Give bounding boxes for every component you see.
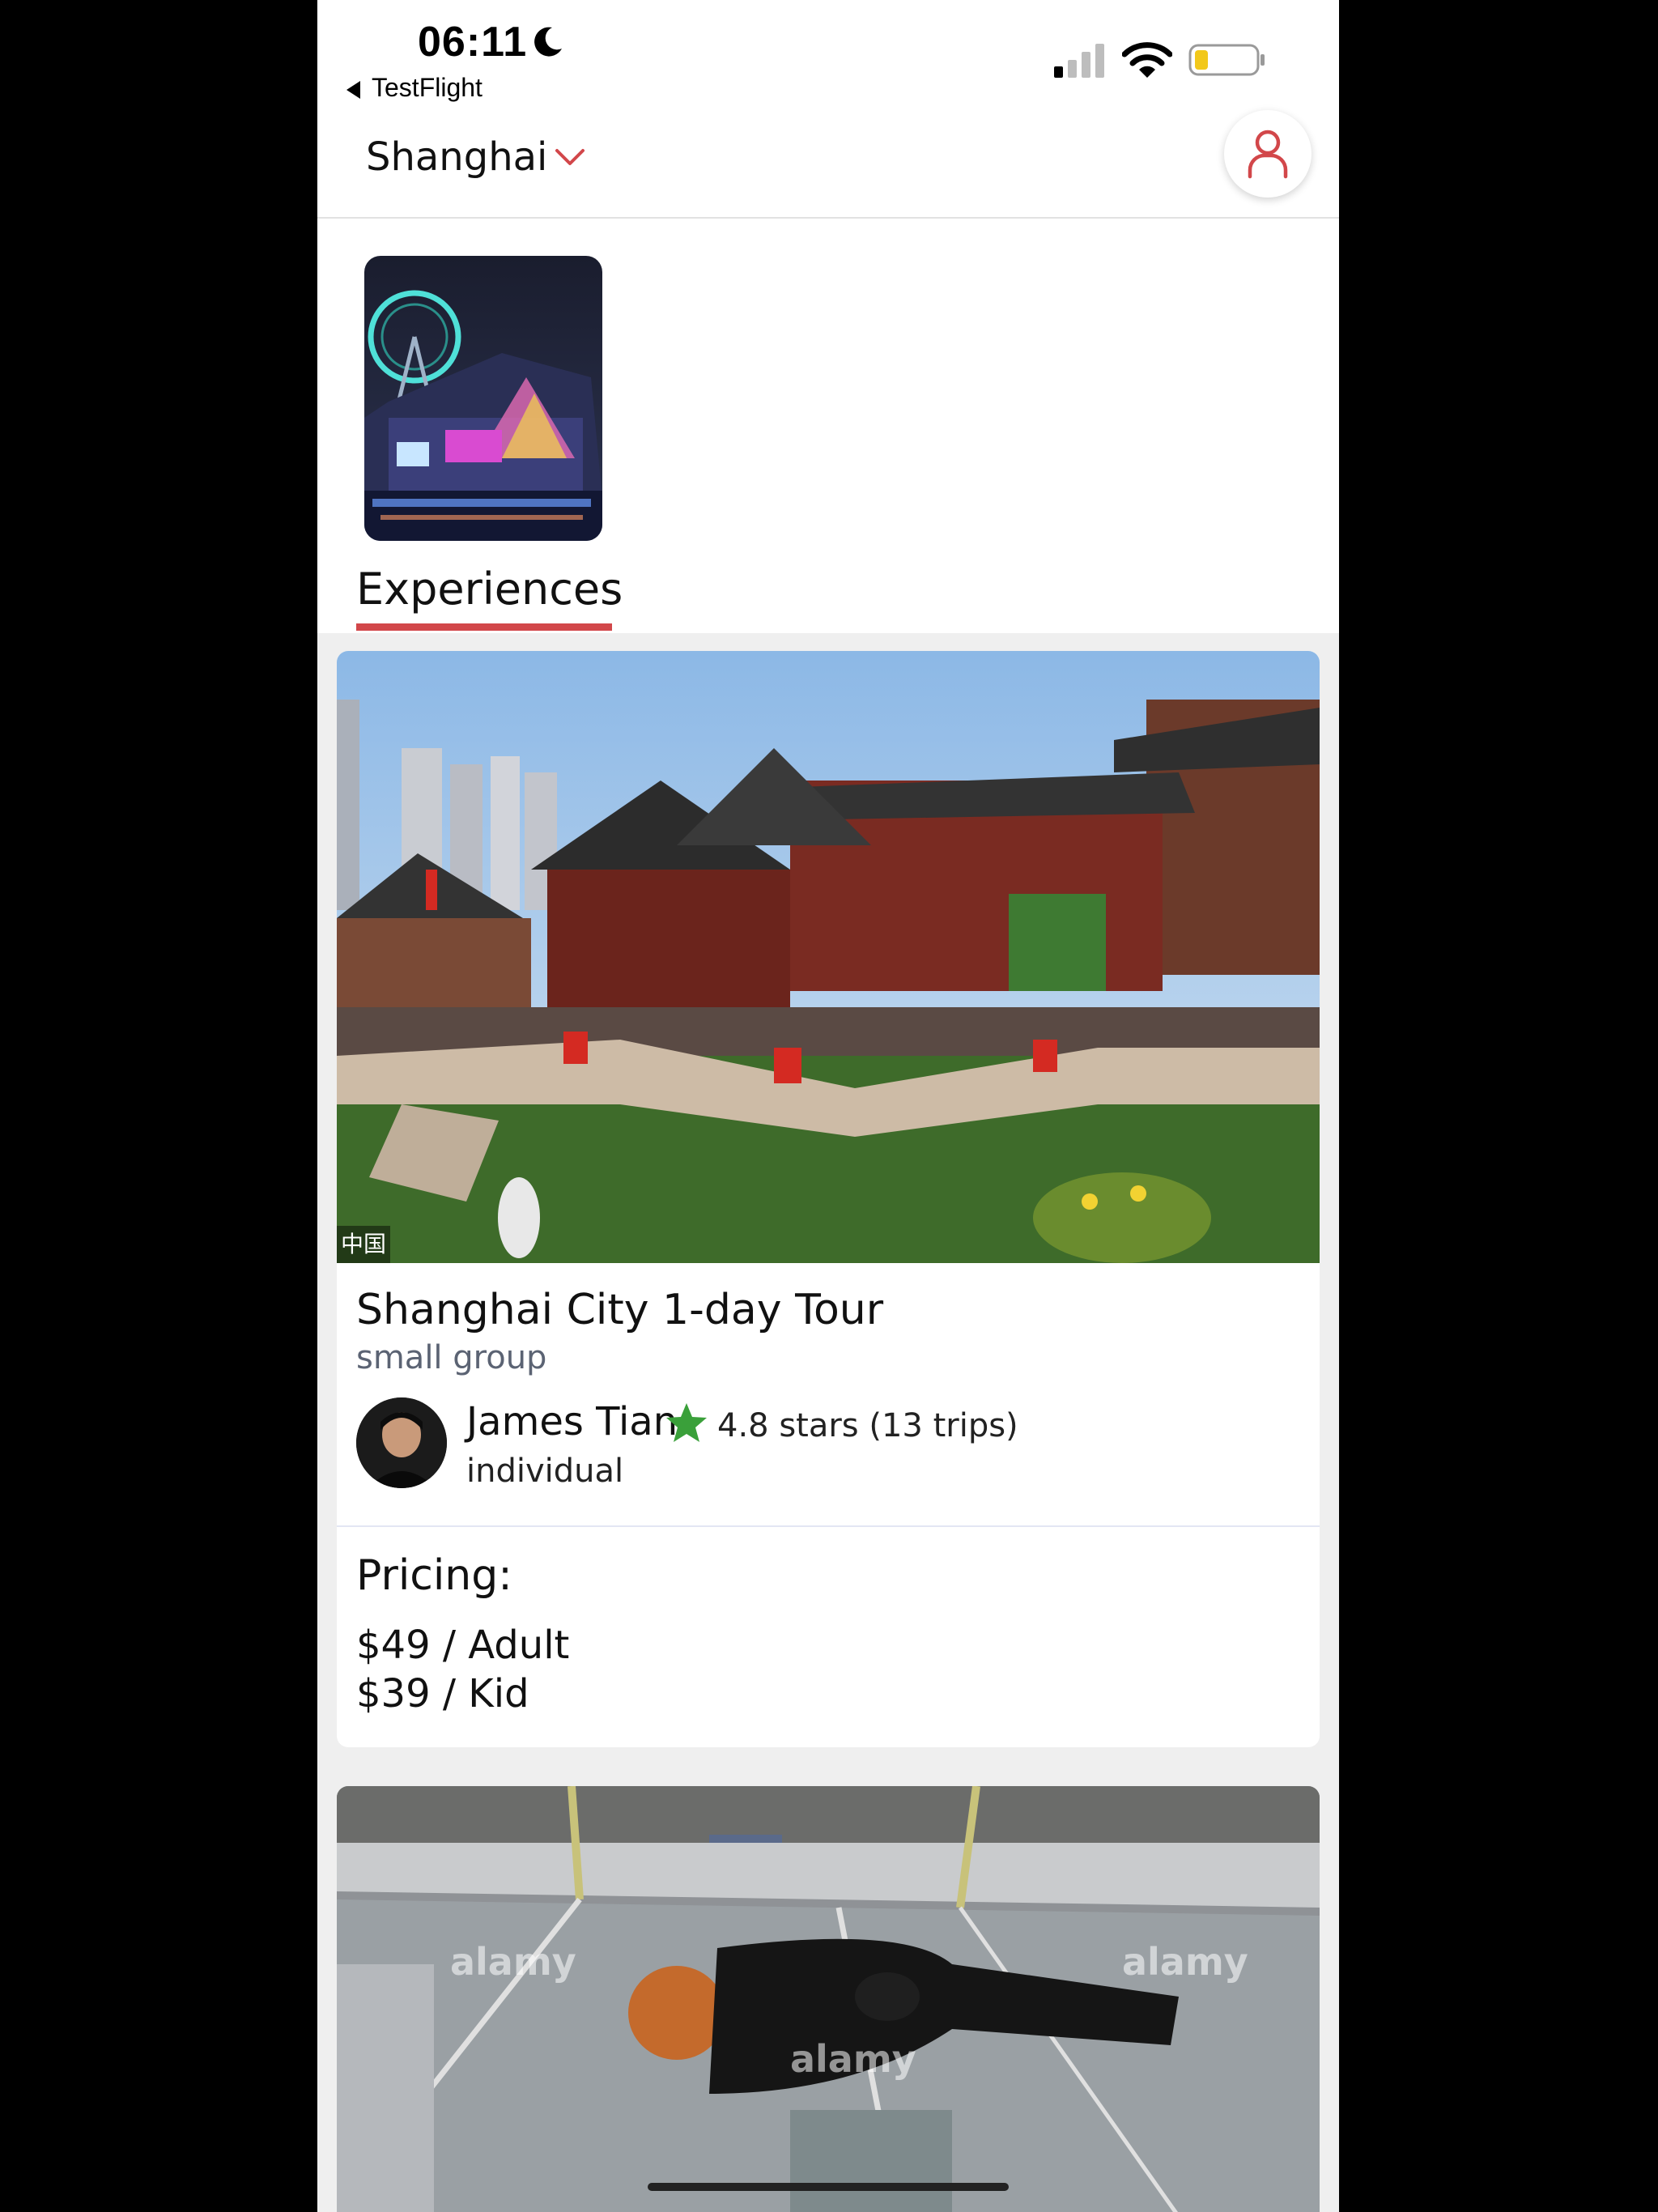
photo-region-tag: 中国 <box>337 1226 390 1263</box>
status-time: 06:11 <box>418 19 528 66</box>
yuyuan-garden-photo <box>337 651 1320 1263</box>
city-label: Shanghai <box>366 134 548 180</box>
price-adult: $49 / Adult <box>356 1623 570 1668</box>
watermark: alamy <box>1122 1940 1248 1984</box>
guide-name[interactable]: James Tian <box>466 1399 678 1444</box>
guide-portrait <box>356 1397 447 1488</box>
experience-subtitle: small group <box>356 1339 547 1376</box>
top-nav: Shanghai <box>317 113 1339 219</box>
star-icon <box>666 1403 707 1442</box>
tab-experiences[interactable]: Experiences <box>356 564 623 615</box>
home-indicator <box>648 2183 1009 2191</box>
user-icon <box>1248 130 1288 179</box>
moon-icon <box>534 27 562 57</box>
active-tab-indicator <box>356 623 612 631</box>
glass-floor-photo <box>337 1786 1320 2212</box>
back-arrow-icon <box>346 80 360 99</box>
card-divider <box>337 1525 1320 1527</box>
back-app-label: TestFlight <box>372 73 483 102</box>
phone-screen: 06:11 TestFlight Shanghai Experiences 中国… <box>317 0 1339 2212</box>
experience-feed[interactable]: 中国 Shanghai City 1-day Tour small group … <box>317 633 1339 2212</box>
experience-card[interactable]: alamy alamy alamy <box>337 1786 1320 2212</box>
guide-avatar[interactable] <box>356 1397 447 1488</box>
battery-icon <box>1188 44 1265 76</box>
experience-title: Shanghai City 1-day Tour <box>356 1286 884 1334</box>
back-to-testflight[interactable]: TestFlight <box>346 73 483 103</box>
pricing-title: Pricing: <box>356 1551 512 1600</box>
guide-rating: 4.8 stars (13 trips) <box>717 1407 1018 1444</box>
experience-card[interactable]: 中国 Shanghai City 1-day Tour small group … <box>337 651 1320 1747</box>
watermark: alamy <box>790 2037 916 2081</box>
chevron-down-icon <box>555 149 585 165</box>
city-night-image <box>364 256 602 541</box>
profile-button[interactable] <box>1224 110 1312 198</box>
watermark: alamy <box>450 1940 576 1984</box>
guide-type: individual <box>466 1453 624 1490</box>
signal-icon <box>1054 44 1104 78</box>
wifi-icon <box>1122 42 1172 78</box>
city-thumbnail[interactable] <box>364 256 602 541</box>
price-kid: $39 / Kid <box>356 1671 529 1716</box>
